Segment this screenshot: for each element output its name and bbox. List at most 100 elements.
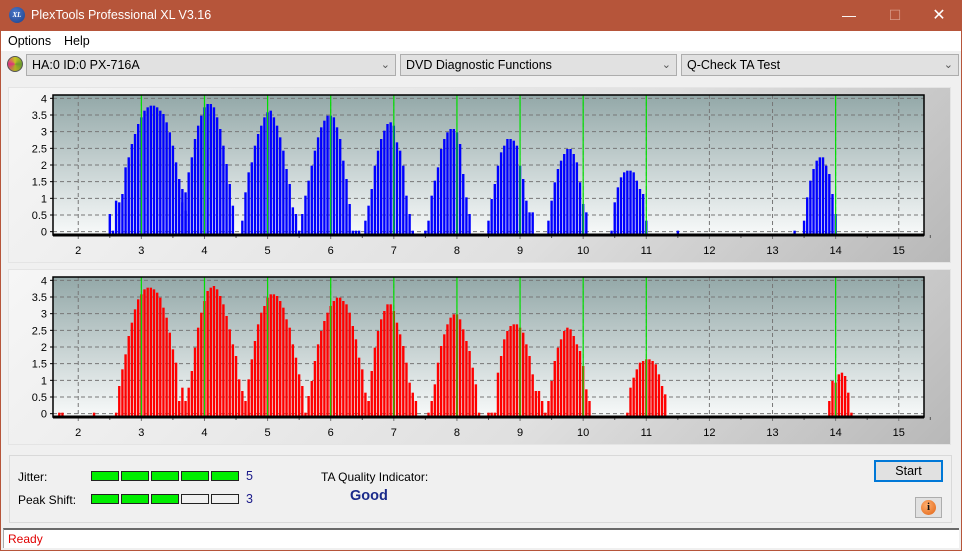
histogram-bar xyxy=(395,322,399,417)
menu-options[interactable]: Options xyxy=(8,34,51,48)
histogram-bar xyxy=(184,401,187,417)
peak-shift-label: Peak Shift: xyxy=(18,493,77,507)
histogram-bar xyxy=(496,165,500,235)
histogram-bar xyxy=(279,301,282,417)
histogram-bar xyxy=(263,306,266,417)
histogram-bar xyxy=(522,179,525,235)
histogram-bar xyxy=(181,202,184,235)
histogram-bar xyxy=(651,361,654,417)
ta-quality-value: Good xyxy=(350,488,388,504)
histogram-bar xyxy=(828,401,831,417)
histogram-bar xyxy=(635,369,639,417)
y-tick-label: 1.5 xyxy=(32,177,47,189)
histogram-bar xyxy=(490,199,493,235)
histogram-bar xyxy=(260,125,263,235)
histogram-bar xyxy=(247,379,250,417)
top-chart-panel: 0 0.5 1 1.5 2 2.5 3 3.5 4 2 3 4 5 6 7 8 9 10 11 12 13 14 15 xyxy=(8,87,951,263)
close-button[interactable]: ✕ xyxy=(916,0,962,31)
histogram-bar xyxy=(316,137,320,235)
menu-help[interactable]: Help xyxy=(64,34,90,48)
y-tick-label: 2 xyxy=(41,342,47,354)
histogram-bar xyxy=(118,202,121,235)
histogram-bar xyxy=(253,341,257,417)
histogram-bar xyxy=(383,311,386,417)
histogram-bar xyxy=(831,194,834,235)
histogram-bar xyxy=(297,374,301,417)
histogram-bar xyxy=(174,362,178,417)
histogram-bar xyxy=(332,117,336,235)
y-tick-label: 2.5 xyxy=(32,325,47,337)
histogram-bar xyxy=(190,157,194,235)
y-tick-label: 3 xyxy=(41,309,47,321)
histogram-bar xyxy=(320,331,323,417)
histogram-bar xyxy=(515,324,519,417)
histogram-bar xyxy=(534,391,538,417)
histogram-bar xyxy=(585,212,588,235)
histogram-bar xyxy=(828,174,831,235)
histogram-bar xyxy=(219,129,222,235)
histogram-bar xyxy=(812,169,815,235)
histogram-bar xyxy=(818,157,822,235)
histogram-bar xyxy=(465,341,468,417)
histogram-bar xyxy=(282,150,285,235)
info-button[interactable]: i xyxy=(915,497,942,518)
histogram-bar xyxy=(301,386,304,417)
histogram-bar xyxy=(522,332,525,417)
x-tick-label: 4 xyxy=(201,245,207,257)
test-select[interactable]: Q-Check TA Test ⌄ xyxy=(681,54,959,76)
histogram-bar xyxy=(439,149,443,235)
histogram-bar xyxy=(323,321,326,417)
histogram-bar xyxy=(260,312,263,417)
histogram-bar xyxy=(648,359,651,417)
maximize-button[interactable]: ☐ xyxy=(872,0,918,31)
histogram-bar xyxy=(323,120,326,235)
histogram-bar xyxy=(370,189,373,235)
histogram-bar xyxy=(231,205,235,235)
histogram-bar xyxy=(162,307,165,417)
drive-select[interactable]: HA:0 ID:0 PX-716A ⌄ xyxy=(26,54,396,76)
histogram-bar xyxy=(244,401,247,417)
histogram-bar xyxy=(241,391,244,417)
histogram-bar xyxy=(512,140,515,235)
histogram-bar xyxy=(310,165,313,235)
histogram-bar xyxy=(275,296,279,417)
histogram-bar xyxy=(575,344,579,417)
histogram-bar xyxy=(171,349,175,417)
histogram-bar xyxy=(373,347,377,417)
histogram-bar xyxy=(806,197,809,235)
histogram-bar xyxy=(515,145,519,235)
histogram-bar xyxy=(641,194,645,235)
x-tick-label: 7 xyxy=(391,245,397,257)
histogram-bar xyxy=(815,160,818,235)
histogram-bar xyxy=(263,117,266,235)
x-tick-label: 4 xyxy=(201,427,207,439)
histogram-bar xyxy=(411,392,414,417)
bottom-chart-panel: 0 0.5 1 1.5 2 2.5 3 3.5 4 2 3 4 5 6 7 8 9 10 11 12 13 14 15 xyxy=(8,269,951,445)
x-tick-label: 10 xyxy=(577,427,589,439)
function-select[interactable]: DVD Diagnostic Functions ⌄ xyxy=(400,54,677,76)
minimize-button[interactable]: — xyxy=(826,0,872,31)
histogram-bar xyxy=(449,317,452,417)
start-button[interactable]: Start xyxy=(874,460,943,482)
x-tick-label: 5 xyxy=(265,245,271,257)
x-tick-label: 14 xyxy=(830,427,842,439)
histogram-bar xyxy=(212,286,216,417)
results-group xyxy=(9,455,952,523)
window-title: PlexTools Professional XL V3.16 xyxy=(31,8,212,22)
histogram-bar xyxy=(559,339,563,417)
histogram-bar xyxy=(471,367,474,417)
histogram-bar xyxy=(629,387,632,417)
histogram-bar xyxy=(840,372,844,417)
x-tick-label: 7 xyxy=(391,427,397,439)
histogram-bar xyxy=(351,326,355,417)
histogram-bar xyxy=(348,312,351,417)
histogram-bar xyxy=(181,387,184,417)
histogram-bar xyxy=(335,127,339,235)
y-tick-label: 3.5 xyxy=(32,292,47,304)
histogram-bar xyxy=(285,319,288,417)
histogram-bar xyxy=(250,359,254,417)
histogram-bar xyxy=(133,134,137,235)
histogram-bar xyxy=(474,384,478,417)
histogram-bar xyxy=(291,344,295,417)
histogram-bar xyxy=(285,169,288,235)
